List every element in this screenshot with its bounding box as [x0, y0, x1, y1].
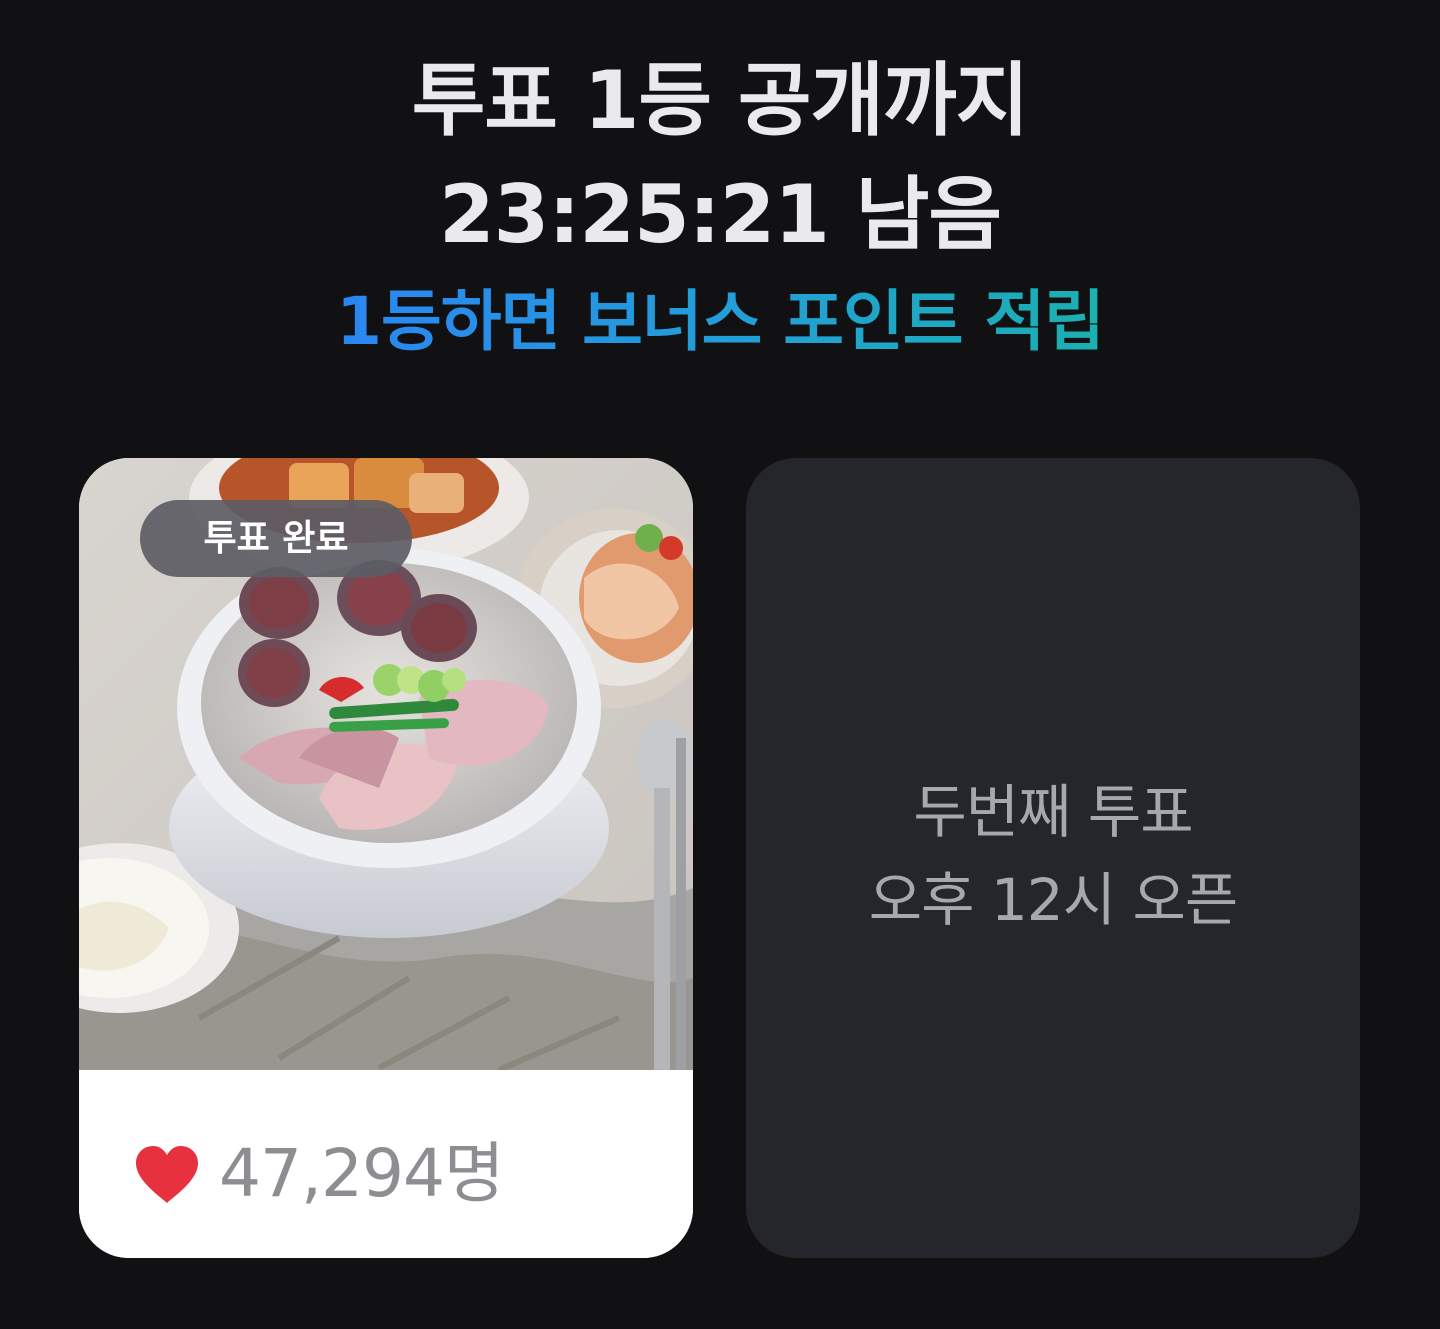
vote-card-voted[interactable]: 투표 완료 47,294명 [79, 458, 693, 1258]
vote-complete-badge: 투표 완료 [140, 500, 412, 577]
vote-count: 47,294명 [219, 1135, 505, 1212]
bonus-subtitle-text: 1등하면 보너스 포인트 적립 [336, 283, 1105, 360]
countdown-timer: 23:25:21 남음 [438, 168, 1002, 261]
heart-icon [136, 1146, 198, 1203]
countdown-header: 투표 1등 공개까지 23:25:21 남음 [0, 44, 1440, 272]
upcoming-vote-text: 두번째 투표 오후 12시 오픈 [746, 768, 1360, 944]
bonus-subtitle: 1등하면 보너스 포인트 적립 [0, 280, 1440, 364]
upcoming-vote-title: 두번째 투표 [913, 778, 1193, 846]
countdown-title: 투표 1등 공개까지 [411, 54, 1030, 147]
vote-card-upcoming: 두번째 투표 오후 12시 오픈 [746, 458, 1360, 1258]
vote-footer: 47,294명 [79, 1070, 693, 1258]
upcoming-vote-time: 오후 12시 오픈 [868, 866, 1238, 934]
